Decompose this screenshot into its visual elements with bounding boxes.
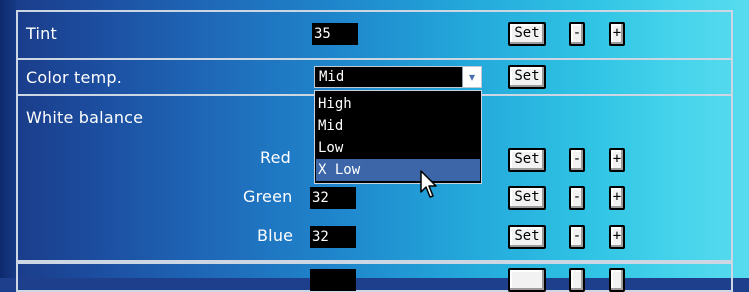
green-set-button[interactable]: Set [508, 186, 546, 210]
next-setting-set-button[interactable] [508, 268, 546, 292]
next-setting-minus-button[interactable] [569, 268, 585, 292]
blue-value-field[interactable]: 32 [310, 226, 356, 248]
color-temp-set-button[interactable]: Set [508, 65, 546, 89]
green-value-field[interactable]: 32 [310, 187, 356, 209]
red-minus-button[interactable]: - [569, 148, 585, 172]
color-temp-label: Color temp. [26, 68, 123, 87]
panel-left-edge [0, 0, 16, 278]
mouse-pointer-icon [420, 170, 437, 198]
white-balance-label: White balance [26, 108, 144, 127]
color-temp-dropdown-list: High Mid Low X Low [314, 90, 482, 184]
tint-set-button[interactable]: Set [508, 22, 546, 46]
next-setting-row [16, 262, 733, 292]
dropdown-option-x-low[interactable]: X Low [316, 159, 480, 181]
green-plus-button[interactable]: + [609, 186, 625, 210]
tint-plus-button[interactable]: + [609, 22, 625, 46]
next-setting-plus-button[interactable] [609, 268, 625, 292]
blue-minus-button[interactable]: - [569, 225, 585, 249]
dropdown-option-low[interactable]: Low [316, 137, 480, 159]
blue-label: Blue [257, 226, 294, 245]
dropdown-option-high[interactable]: High [316, 93, 480, 115]
tint-row: Tint [16, 10, 733, 60]
green-minus-button[interactable]: - [569, 186, 585, 210]
tint-value-field[interactable]: 35 [312, 23, 358, 45]
red-set-button[interactable]: Set [508, 148, 546, 172]
color-temp-selected-value: Mid [319, 69, 345, 85]
green-label: Green [243, 187, 293, 206]
dropdown-option-mid[interactable]: Mid [316, 115, 480, 137]
red-plus-button[interactable]: + [609, 148, 625, 172]
blue-plus-button[interactable]: + [609, 225, 625, 249]
tint-minus-button[interactable]: - [569, 22, 585, 46]
tint-label: Tint [26, 24, 57, 43]
color-temp-select[interactable]: Mid ▾ [314, 66, 482, 88]
blue-set-button[interactable]: Set [508, 225, 546, 249]
next-setting-value-field[interactable] [310, 269, 356, 291]
red-label: Red [260, 148, 291, 167]
chevron-down-icon[interactable]: ▾ [462, 67, 481, 87]
